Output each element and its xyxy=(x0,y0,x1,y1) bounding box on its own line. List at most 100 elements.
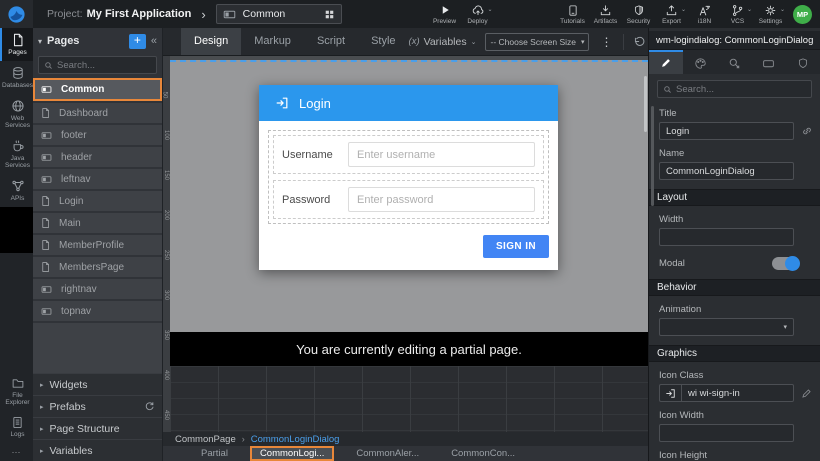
preview-button[interactable]: Preview xyxy=(428,0,461,28)
rail-item-web-services[interactable]: Web Services xyxy=(0,94,33,134)
styles-tab[interactable] xyxy=(683,50,717,74)
refresh-icon[interactable] xyxy=(144,401,155,412)
tab-script[interactable]: Script xyxy=(304,28,358,55)
user-avatar[interactable]: MP xyxy=(793,5,812,24)
page-item-topnav[interactable]: topnav xyxy=(33,301,162,321)
page-item-memberprofile[interactable]: MemberProfile xyxy=(33,235,162,255)
graphics-section-header[interactable]: Graphics xyxy=(649,345,820,362)
password-row[interactable]: Password xyxy=(273,180,544,219)
page-item-dashboard[interactable]: Dashboard xyxy=(33,103,162,123)
section-variables[interactable]: ▸ Variables xyxy=(33,439,162,461)
pages-search[interactable] xyxy=(38,56,157,74)
properties-search[interactable] xyxy=(657,80,812,98)
login-dialog-header[interactable]: Login xyxy=(259,85,558,121)
properties-tab[interactable] xyxy=(649,50,683,74)
screen-size-select[interactable]: -- Choose Screen Size -- ▾ xyxy=(485,33,589,51)
rail-item-databases[interactable]: Databases xyxy=(0,61,33,94)
rail-item-apis[interactable]: APIs xyxy=(0,174,33,207)
inspect-tab[interactable] xyxy=(717,50,751,74)
add-page-button[interactable]: + xyxy=(129,34,146,49)
rail-logs-label: Logs xyxy=(10,431,24,438)
form-container[interactable]: Username Password xyxy=(268,130,549,224)
bottom-tab-commonlogindialog[interactable]: CommonLogi... xyxy=(250,446,334,461)
bottom-tab-commonconfirmdialog[interactable]: CommonCon... xyxy=(441,446,525,461)
page-item-common[interactable]: Common xyxy=(33,78,162,101)
modal-toggle[interactable] xyxy=(772,257,799,270)
section-prefabs[interactable]: ▸ Prefabs xyxy=(33,395,162,417)
section-page-structure[interactable]: ▸ Page Structure xyxy=(33,417,162,439)
icon-height-field-label: Icon Height xyxy=(659,450,810,461)
vcs-button[interactable]: ⌄ VCS xyxy=(721,0,754,28)
icon-class-input[interactable] xyxy=(681,384,794,402)
kebab-menu-icon[interactable]: ⋮ xyxy=(598,35,614,49)
section-label: Widgets xyxy=(50,379,155,391)
username-row[interactable]: Username xyxy=(273,135,544,174)
page-item-leftnav[interactable]: leftnav xyxy=(33,169,162,189)
bind-link-icon[interactable] xyxy=(801,125,813,137)
breadcrumb-current[interactable]: CommonLoginDialog xyxy=(251,434,340,445)
export-button[interactable]: ⌄ Export xyxy=(655,0,688,28)
properties-search-input[interactable] xyxy=(676,84,806,95)
tab-style[interactable]: Style xyxy=(358,28,408,55)
pages-search-input[interactable] xyxy=(57,60,151,71)
bottom-tab-partial[interactable]: Partial xyxy=(191,446,238,461)
properties-scrollbar[interactable] xyxy=(651,106,654,206)
width-input[interactable] xyxy=(659,228,794,246)
screen-size-value: -- Choose Screen Size -- xyxy=(490,37,577,47)
ruler-tick: 350 xyxy=(163,330,169,340)
ruler-tick: 150 xyxy=(163,170,169,180)
grid-view-icon[interactable] xyxy=(324,9,335,20)
variables-dropdown[interactable]: (x) Variables ⌄ xyxy=(409,36,477,48)
page-item-footer[interactable]: footer xyxy=(33,125,162,145)
device-tab[interactable] xyxy=(752,50,786,74)
design-canvas[interactable]: Login Username Password xyxy=(170,56,648,332)
section-label: Variables xyxy=(50,445,155,457)
pages-caret-down-icon[interactable]: ▾ xyxy=(38,37,42,46)
undo-button[interactable] xyxy=(633,35,646,48)
wavemaker-logo[interactable] xyxy=(0,0,33,28)
ruler-tick: 300 xyxy=(163,290,169,300)
username-input[interactable] xyxy=(348,142,535,167)
icon-width-input[interactable] xyxy=(659,424,794,442)
title-field-row xyxy=(659,122,810,140)
page-icon xyxy=(40,239,51,251)
password-input[interactable] xyxy=(348,187,535,212)
login-dialog-widget[interactable]: Login Username Password xyxy=(259,85,558,270)
page-item-header[interactable]: header xyxy=(33,147,162,167)
page-item-login[interactable]: Login xyxy=(33,191,162,211)
rail-item-logs[interactable]: Logs xyxy=(0,411,33,443)
sign-in-button[interactable]: SIGN IN xyxy=(483,235,549,258)
deploy-button[interactable]: ⌄ Deploy xyxy=(461,0,494,28)
layout-section-header[interactable]: Layout xyxy=(649,189,820,206)
rail-item-pages[interactable]: Pages xyxy=(0,28,33,61)
rail-item-file-explorer[interactable]: File Explorer xyxy=(0,372,33,411)
page-selector-dropdown[interactable]: Common xyxy=(216,4,342,24)
bottom-tab-commonalertdialog[interactable]: CommonAler... xyxy=(346,446,429,461)
shield-outline-icon xyxy=(797,57,809,70)
collapse-panel-icon[interactable]: « xyxy=(151,35,157,47)
rail-item-java-services[interactable]: Java Services xyxy=(0,134,33,174)
page-item-label: Dashboard xyxy=(59,108,108,119)
artifacts-button[interactable]: Artifacts xyxy=(589,0,622,28)
tab-design[interactable]: Design xyxy=(181,28,241,55)
security-button[interactable]: Security xyxy=(622,0,655,28)
canvas-scrollbar[interactable] xyxy=(644,76,647,132)
name-input[interactable] xyxy=(659,162,794,180)
settings-button[interactable]: ⌄ Settings xyxy=(754,0,787,28)
title-input[interactable] xyxy=(659,122,794,140)
behavior-section-header[interactable]: Behavior xyxy=(649,279,820,296)
i18n-button[interactable]: i18N xyxy=(688,0,721,28)
section-widgets[interactable]: ▸ Widgets xyxy=(33,373,162,395)
tab-markup[interactable]: Markup xyxy=(241,28,304,55)
partial-icon xyxy=(40,152,53,163)
device-icon xyxy=(762,57,775,70)
edit-pencil-icon[interactable] xyxy=(801,388,812,399)
tutorials-button[interactable]: Tutorials xyxy=(556,0,589,28)
page-item-memberspage[interactable]: MembersPage xyxy=(33,257,162,277)
animation-select[interactable]: ▾ xyxy=(659,318,794,336)
security-props-tab[interactable] xyxy=(786,50,820,74)
page-item-main[interactable]: Main xyxy=(33,213,162,233)
rail-more-icon[interactable]: ⋯ xyxy=(0,443,33,461)
page-item-rightnav[interactable]: rightnav xyxy=(33,279,162,299)
breadcrumb-parent[interactable]: CommonPage xyxy=(175,434,236,445)
